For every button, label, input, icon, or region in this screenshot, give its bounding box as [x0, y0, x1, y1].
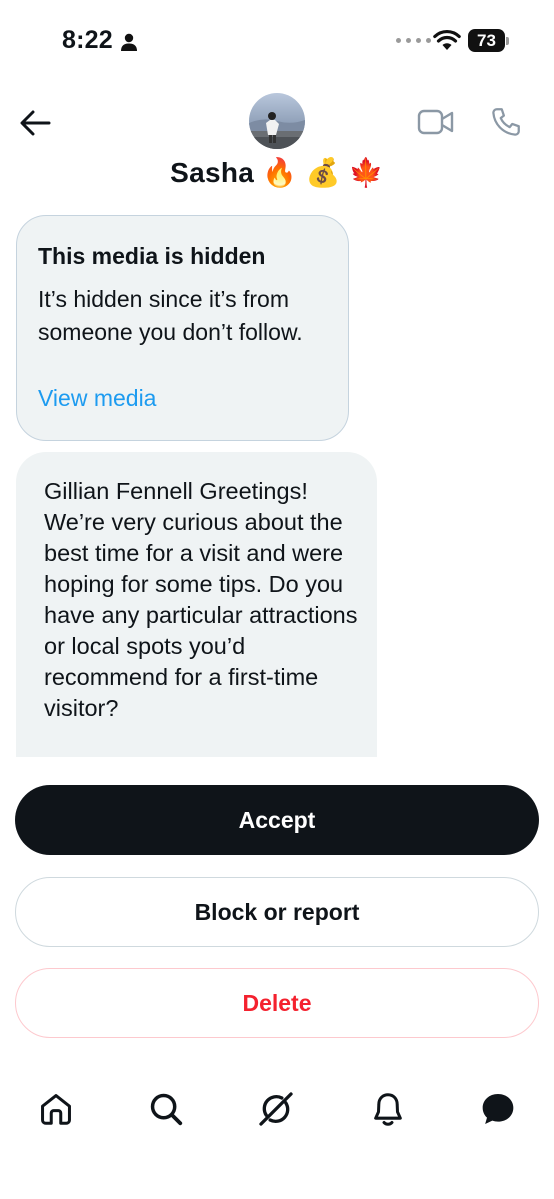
hidden-media-description: It’s hidden since it’s from someone you …	[38, 286, 303, 345]
nav-messages[interactable]	[473, 1084, 523, 1134]
message-text: Gillian Fennell Greetings! We’re very cu…	[44, 478, 358, 721]
messages-icon	[482, 1094, 514, 1124]
signal-dots-icon	[396, 38, 431, 43]
contact-name: Sasha 🔥 💰 🍁	[170, 157, 384, 188]
block-or-report-button[interactable]: Block or report	[15, 877, 539, 947]
hidden-media-title: This media is hidden	[38, 243, 266, 269]
nav-search[interactable]	[141, 1084, 191, 1134]
bottom-nav	[0, 1070, 554, 1150]
status-bar: 8:22 73	[0, 0, 554, 80]
nav-home[interactable]	[31, 1084, 81, 1134]
arrow-left-icon	[20, 110, 51, 136]
home-icon	[41, 1094, 71, 1125]
phone-icon	[492, 108, 520, 136]
video-camera-icon	[417, 109, 454, 135]
wifi-icon	[433, 29, 461, 50]
grok-icon	[259, 1092, 293, 1126]
battery-indicator: 73	[468, 29, 509, 52]
back-button[interactable]	[14, 102, 56, 144]
message-bubble: Gillian Fennell Greetings! We’re very cu…	[16, 452, 377, 757]
nav-grok[interactable]	[251, 1084, 301, 1134]
delete-button[interactable]: Delete	[15, 968, 539, 1038]
hidden-media-card: This media is hidden It’s hidden since i…	[16, 215, 349, 441]
bell-icon	[374, 1093, 402, 1126]
avatar[interactable]	[249, 93, 305, 149]
nav-notifications[interactable]	[363, 1084, 413, 1134]
accept-button[interactable]: Accept	[15, 785, 539, 855]
voice-call-button[interactable]	[484, 100, 528, 144]
battery-level: 73	[468, 29, 505, 52]
view-media-link[interactable]: View media	[38, 385, 156, 412]
status-time: 8:22	[62, 26, 113, 54]
video-call-button[interactable]	[414, 102, 458, 142]
person-icon	[121, 33, 137, 51]
search-icon	[150, 1093, 183, 1126]
